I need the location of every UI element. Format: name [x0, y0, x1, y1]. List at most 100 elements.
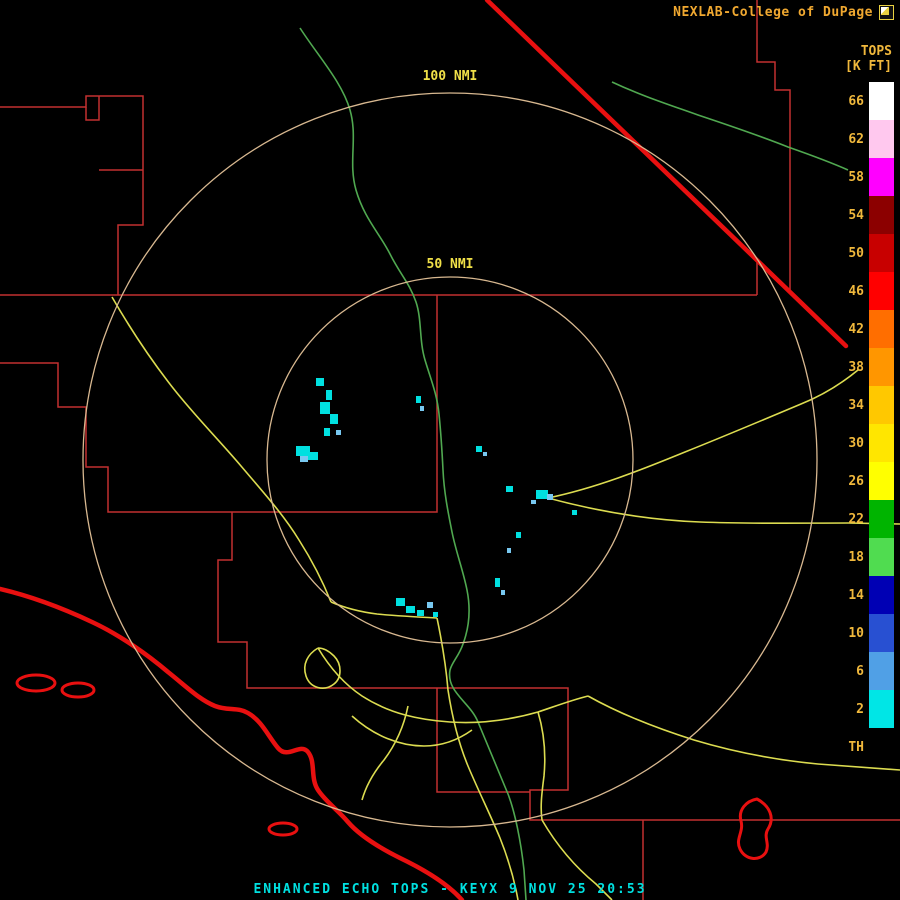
product-caption: ENHANCED ECHO TOPS - KEYX 9 NOV 25 20:53: [253, 882, 647, 897]
legend-cell-swatch: [869, 310, 894, 348]
legend-cell-swatch: [869, 462, 894, 500]
radar-map: 100 NMI 50 NMI: [0, 0, 900, 900]
echo-cell: [531, 500, 536, 504]
echo-cell: [320, 402, 330, 414]
echo-cell: [572, 510, 577, 515]
legend-cell-label: 42: [848, 321, 864, 337]
echo-cell: [416, 396, 421, 403]
legend-cell-row: 38: [832, 348, 894, 386]
legend-cell-label: 14: [848, 587, 864, 603]
legend-cell-label: 66: [848, 93, 864, 109]
legend-cell-swatch: [869, 120, 894, 158]
echo-cell: [501, 590, 505, 595]
legend-cell-label: 22: [848, 511, 864, 527]
road-lines: [111, 296, 900, 900]
echo-cell: [330, 414, 338, 424]
legend-cell-label: 34: [848, 397, 864, 413]
range-ring-50nmi: [266, 276, 634, 644]
legend-cell-label: 46: [848, 283, 864, 299]
legend-cell-label: 6: [856, 663, 864, 679]
legend-cell-swatch: [869, 272, 894, 310]
legend-cell-row: 22: [832, 500, 894, 538]
legend-cell-row: 34: [832, 386, 894, 424]
legend-cell-row: 50: [832, 234, 894, 272]
echo-cell: [476, 446, 482, 452]
legend-cell-swatch: [869, 424, 894, 462]
echo-cell: [516, 532, 521, 538]
legend-cell-label: 38: [848, 359, 864, 375]
echo-cell: [433, 612, 438, 617]
legend-cell-row: 42: [832, 310, 894, 348]
echo-cell: [324, 428, 330, 436]
legend-cell-row: 10: [832, 614, 894, 652]
echo-cell: [300, 456, 308, 462]
range-ring-50-label: 50 NMI: [427, 257, 474, 272]
echo-cell: [336, 430, 341, 435]
legend-cell-row: 6: [832, 652, 894, 690]
range-ring-100-label: 100 NMI: [423, 69, 478, 84]
legend-cell-row: 46: [832, 272, 894, 310]
legend-cell-swatch: [869, 614, 894, 652]
legend-cell-swatch: [869, 576, 894, 614]
legend-cell-row: TH: [832, 728, 894, 766]
legend-cell-label: 62: [848, 131, 864, 147]
echo-cell: [417, 610, 424, 616]
legend-cell-swatch: [869, 196, 894, 234]
legend-cell-label: 58: [848, 169, 864, 185]
echo-cell: [316, 378, 324, 386]
legend-cell-label: 50: [848, 245, 864, 261]
legend-cell-label: 30: [848, 435, 864, 451]
legend-cell-row: 26: [832, 462, 894, 500]
legend-cell-row: 66: [832, 82, 894, 120]
legend-cell-label: 10: [848, 625, 864, 641]
legend-cell-swatch: [869, 348, 894, 386]
state-line-diagonal: [484, 0, 849, 349]
legend-cell-row: 30: [832, 424, 894, 462]
legend-cell-row: 58: [832, 158, 894, 196]
range-ring-100nmi: [82, 92, 818, 828]
echo-cell: [427, 602, 433, 608]
islands: [15, 673, 773, 860]
echo-cell: [406, 606, 415, 613]
legend-cell-row: 2: [832, 690, 894, 728]
legend-cell-swatch: [869, 82, 894, 120]
legend-cell-swatch: [869, 538, 894, 576]
legend-cell-swatch: [869, 386, 894, 424]
range-rings: [82, 92, 818, 828]
legend-cell-row: 14: [832, 576, 894, 614]
legend-cell-row: 62: [832, 120, 894, 158]
echo-cell: [396, 598, 405, 606]
echo-cell: [296, 446, 310, 456]
radar-display: 100 NMI 50 NMI NEXLAB-College of DuPage …: [0, 0, 900, 900]
legend-cell-row: 54: [832, 196, 894, 234]
legend-cell-label: 18: [848, 549, 864, 565]
coastline: [0, 586, 465, 900]
header: NEXLAB-College of DuPage: [673, 5, 894, 20]
legend-cell-row: 18: [832, 538, 894, 576]
county-lines: [0, 0, 900, 900]
brand-text: NEXLAB-College of DuPage: [673, 5, 873, 20]
echo-tops-legend: TOPS [K FT] 66 62 58 54 50 46 42 38 34 30 26 22 18 14…: [832, 44, 894, 766]
legend-cell-label: TH: [848, 739, 864, 755]
legend-cell-swatch: [869, 500, 894, 538]
echo-cell: [326, 390, 332, 400]
legend-cell-swatch: [869, 728, 894, 766]
echo-cell: [420, 406, 424, 411]
legend-cell-swatch: [869, 158, 894, 196]
legend-title: TOPS: [860, 44, 892, 59]
echo-cell: [308, 452, 318, 460]
legend-cell-swatch: [869, 690, 894, 728]
river-lines: [299, 27, 849, 900]
legend-cell-label: 2: [856, 701, 864, 717]
legend-cell-swatch: [869, 234, 894, 272]
echo-cell: [536, 490, 548, 499]
cod-logo-icon: [879, 5, 894, 20]
echo-cell: [507, 548, 511, 553]
legend-color-bar: 66 62 58 54 50 46 42 38 34 30 26 22 18 14 10 6 2 TH: [832, 82, 894, 766]
legend-cell-label: 54: [848, 207, 864, 223]
echo-cell: [506, 486, 513, 492]
state-border-lines: [0, 0, 849, 900]
echo-cell: [483, 452, 487, 456]
legend-cell-swatch: [869, 652, 894, 690]
legend-units: [K FT]: [845, 59, 892, 74]
